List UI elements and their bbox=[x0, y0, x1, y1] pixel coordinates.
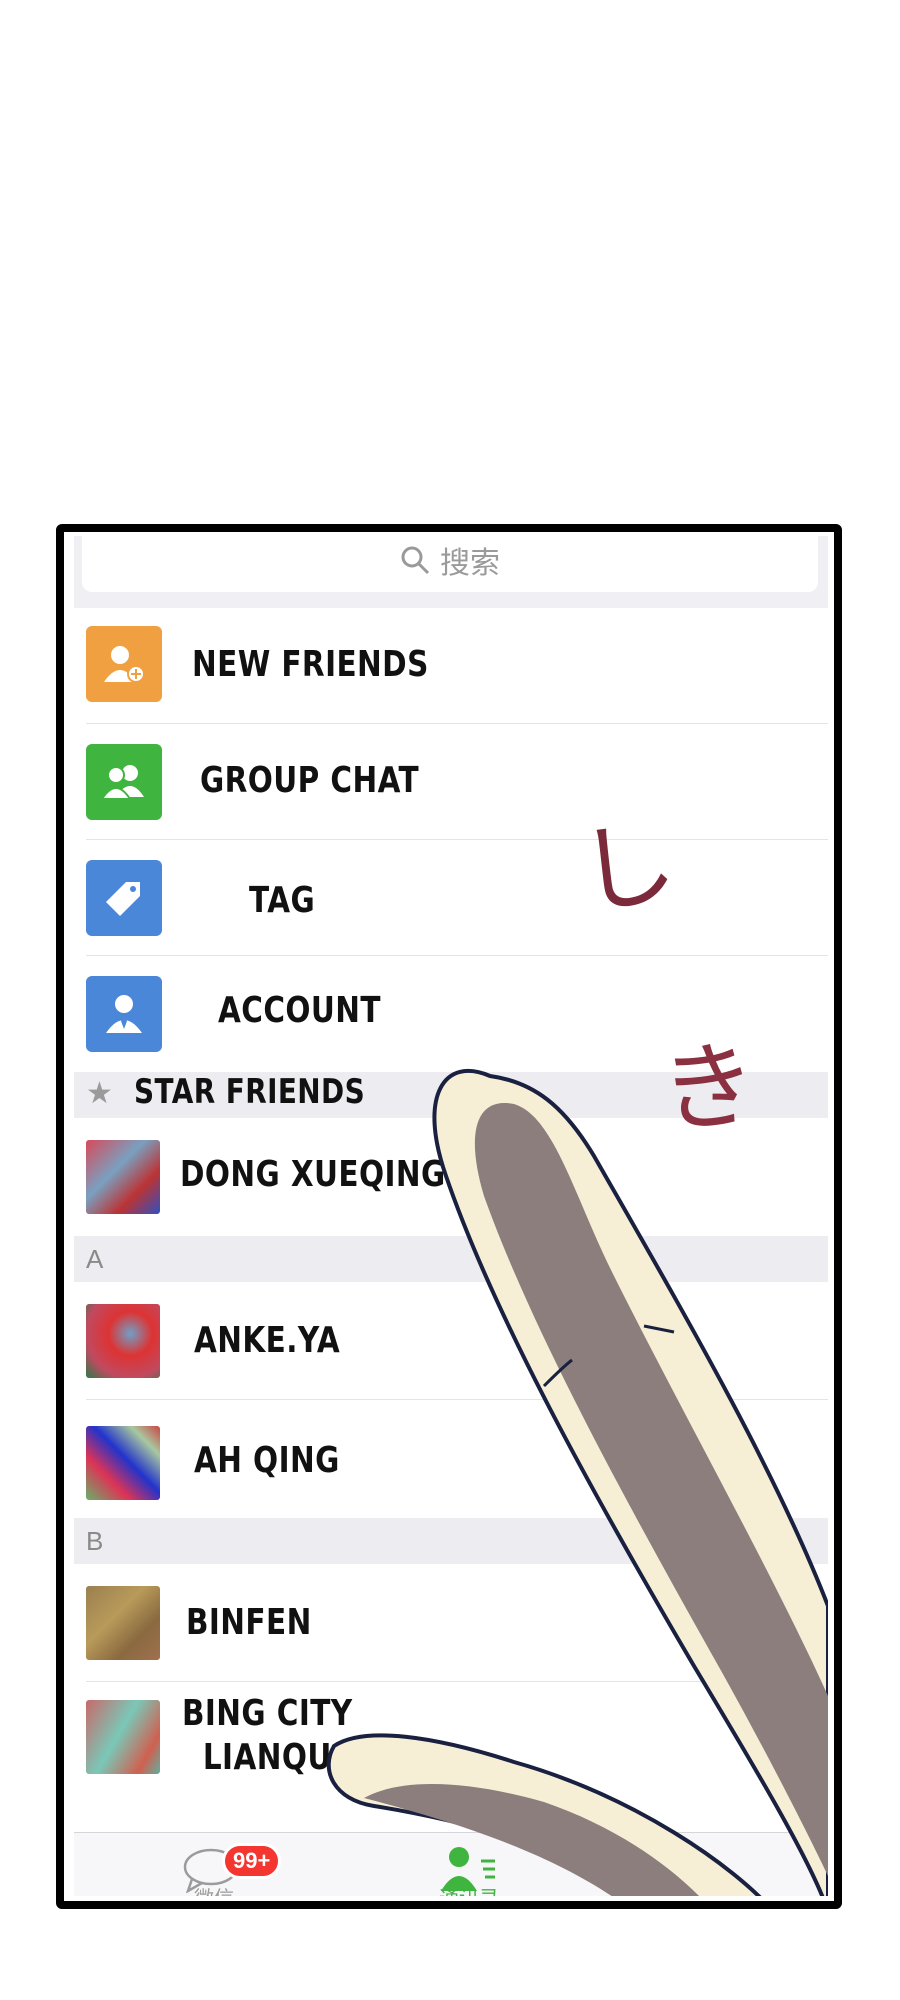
pointing-hand-illustration bbox=[326, 1069, 828, 1896]
sound-effect-top: し bbox=[571, 805, 683, 931]
phone-screen: 搜索 NEW FRIENDS GROUP CHAT TAG ACCOUNT ★ … bbox=[74, 536, 828, 1896]
sound-effect-bottom: き bbox=[655, 1027, 763, 1149]
comic-panel: 搜索 NEW FRIENDS GROUP CHAT TAG ACCOUNT ★ … bbox=[56, 524, 842, 1909]
